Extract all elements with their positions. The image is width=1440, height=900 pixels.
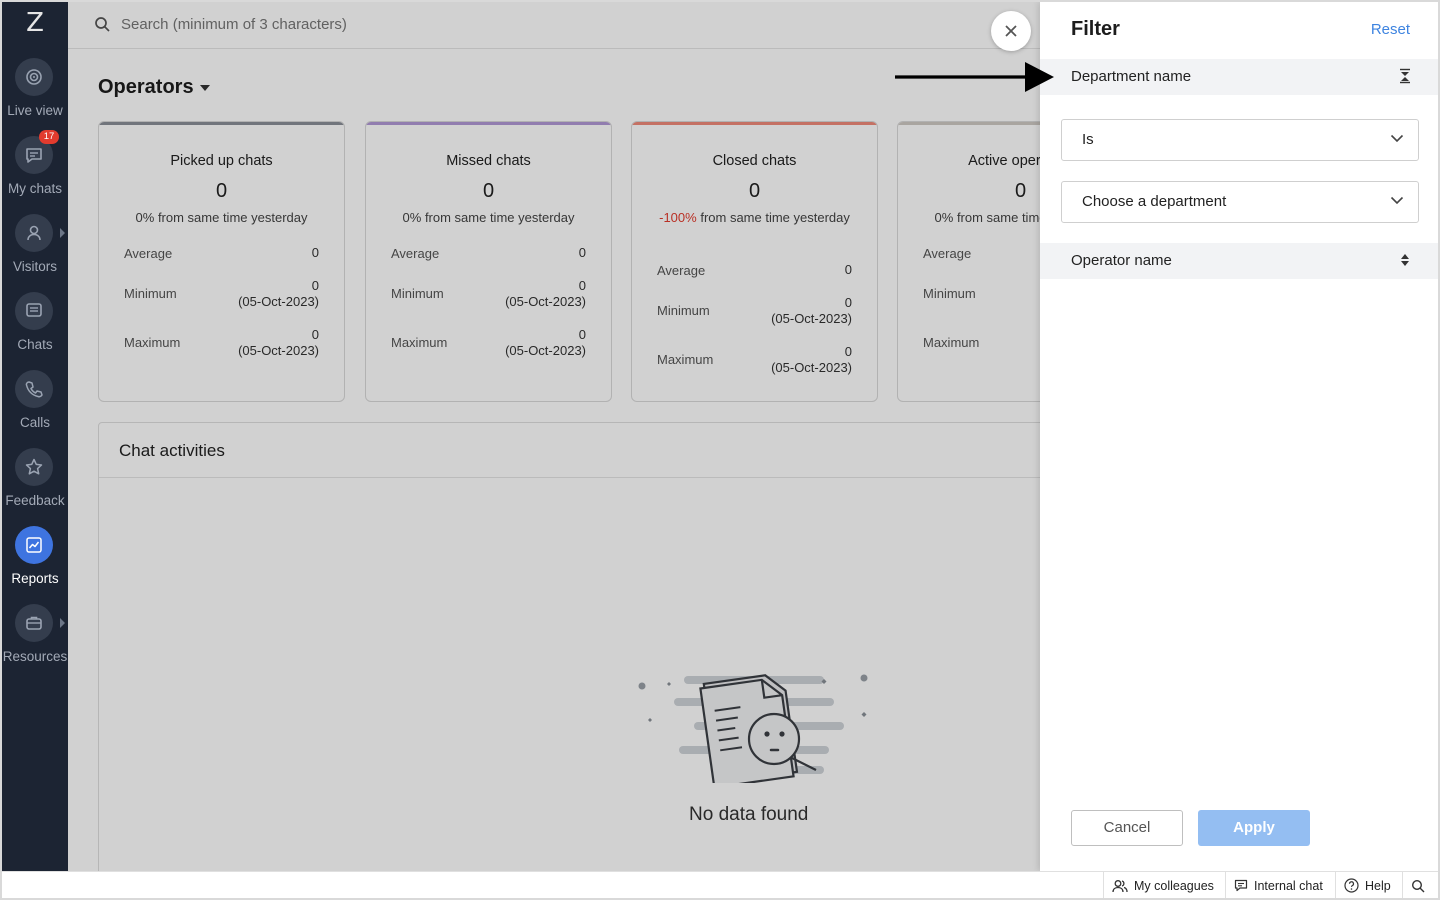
sidebar-item-label: My chats: [7, 181, 62, 196]
chevron-down-icon: [1390, 196, 1404, 205]
help-button[interactable]: Help: [1335, 872, 1399, 899]
internal-chat-label: Internal chat: [1254, 878, 1323, 893]
condition-select[interactable]: Is: [1061, 119, 1419, 161]
sidebar-item-label: Chats: [17, 337, 53, 352]
operator-name-section[interactable]: Operator name: [1040, 243, 1438, 279]
sidebar: Z Live view 17 My chats Visitors Chats C…: [2, 2, 68, 871]
help-label: Help: [1365, 878, 1391, 893]
internal-chat-button[interactable]: Internal chat: [1225, 872, 1331, 899]
star-icon: [15, 448, 53, 486]
live-view-icon: [15, 58, 53, 96]
unread-badge: 17: [39, 130, 59, 144]
internal-chat-icon: [1234, 879, 1248, 892]
sidebar-item-chats[interactable]: Chats: [2, 292, 68, 370]
app-logo[interactable]: Z: [2, 8, 68, 38]
briefcase-icon: [15, 604, 53, 642]
chevron-down-icon: [1390, 134, 1404, 143]
section-label: Department name: [1071, 68, 1192, 85]
my-colleagues-button[interactable]: My colleagues: [1103, 872, 1222, 899]
chats-icon: [15, 292, 53, 330]
bottom-bar: My colleagues Internal chat Help: [2, 871, 1438, 899]
modal-backdrop[interactable]: [68, 2, 1040, 871]
close-filter-button[interactable]: [991, 11, 1031, 51]
close-icon: [1005, 25, 1017, 37]
help-icon: [1344, 878, 1359, 893]
sidebar-item-label: Calls: [19, 415, 50, 430]
expand-icon[interactable]: [1399, 252, 1411, 268]
person-icon: [15, 214, 53, 252]
sidebar-item-reports[interactable]: Reports: [2, 526, 68, 604]
sidebar-item-label: Feedback: [5, 493, 65, 508]
sidebar-item-live-view[interactable]: Live view: [2, 58, 68, 136]
my-colleagues-label: My colleagues: [1134, 878, 1214, 893]
sidebar-item-resources[interactable]: Resources: [2, 604, 68, 682]
expand-arrow-icon: [60, 228, 65, 238]
colleagues-icon: [1112, 879, 1128, 892]
reset-link[interactable]: Reset: [1371, 21, 1410, 38]
bottom-search-button[interactable]: [1402, 872, 1433, 899]
sidebar-item-my-chats[interactable]: 17 My chats: [2, 130, 68, 214]
chart-icon: [15, 526, 53, 564]
cancel-button[interactable]: Cancel: [1071, 810, 1183, 846]
sidebar-item-label: Live view: [7, 103, 63, 118]
expand-arrow-icon: [60, 618, 65, 628]
sidebar-item-label: Resources: [2, 649, 68, 664]
department-select[interactable]: Choose a department: [1061, 181, 1419, 223]
department-select-value: Choose a department: [1082, 193, 1227, 210]
phone-icon: [15, 370, 53, 408]
collapse-icon[interactable]: [1399, 68, 1411, 84]
sidebar-item-label: Visitors: [12, 259, 57, 274]
sidebar-item-visitors[interactable]: Visitors: [2, 214, 68, 292]
search-icon: [1411, 879, 1425, 892]
section-label: Operator name: [1071, 252, 1172, 269]
sidebar-item-label: Reports: [11, 571, 59, 586]
filter-header: Filter Reset: [1040, 2, 1438, 58]
filter-title: Filter: [1071, 18, 1120, 40]
sidebar-item-feedback[interactable]: Feedback: [2, 448, 68, 526]
sidebar-item-calls[interactable]: Calls: [2, 370, 68, 448]
condition-select-value: Is: [1082, 131, 1094, 148]
department-name-section[interactable]: Department name: [1040, 59, 1438, 95]
apply-button[interactable]: Apply: [1198, 810, 1310, 846]
filter-panel: Filter Reset Department name Is Choose a…: [1040, 2, 1438, 871]
annotation-arrow-icon: [895, 62, 1054, 92]
